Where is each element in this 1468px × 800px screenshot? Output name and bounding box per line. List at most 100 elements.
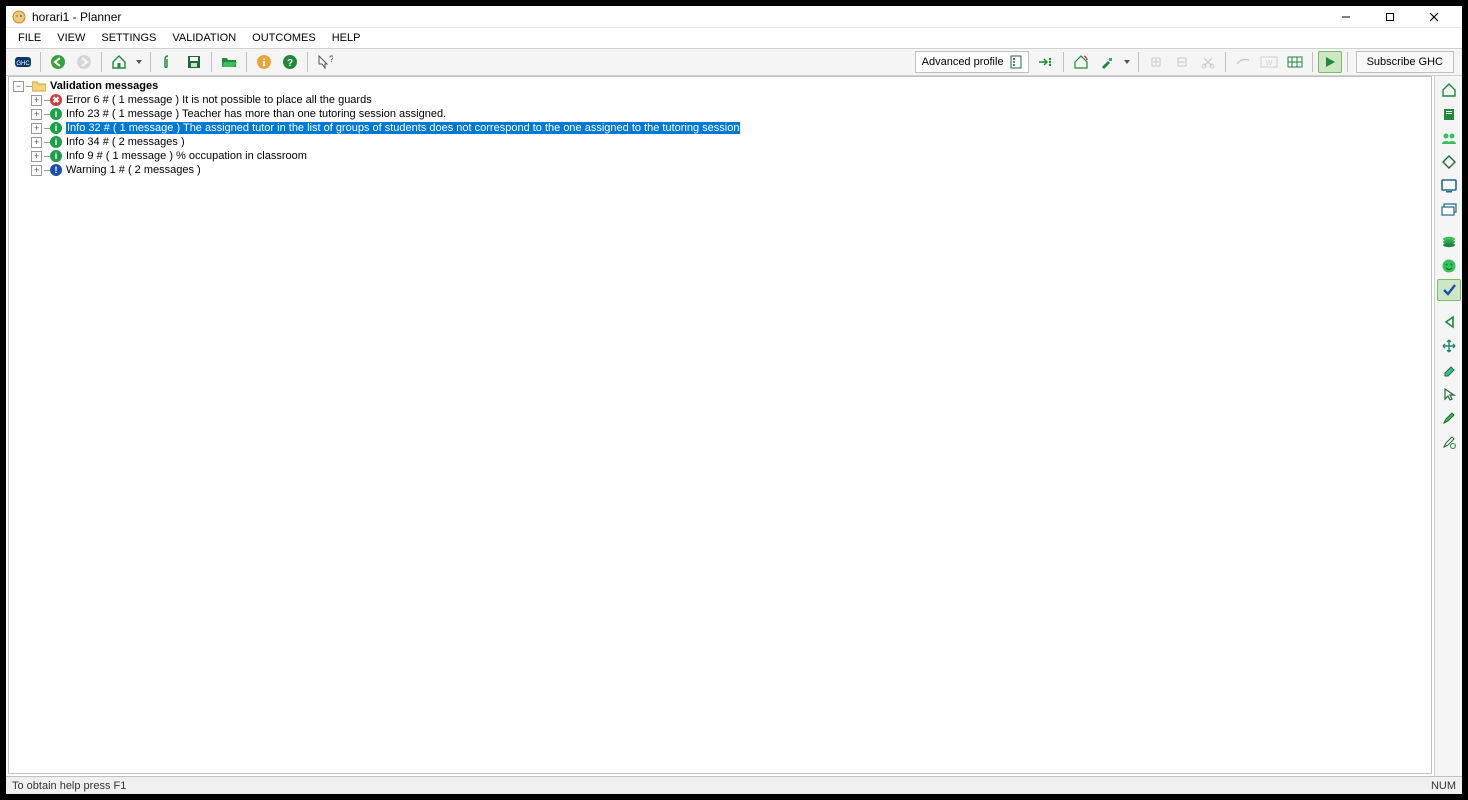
profile-icon xyxy=(1010,55,1022,69)
grid-toggle-button[interactable] xyxy=(1283,51,1307,73)
tree-item-label: Warning 1 # ( 2 messages ) xyxy=(66,164,201,176)
tree-item-label: Info 32 # ( 1 message ) The assigned tut… xyxy=(66,122,740,134)
folder-icon xyxy=(32,80,46,92)
paint-dropdown[interactable] xyxy=(1121,51,1133,73)
info-button[interactable]: i xyxy=(252,51,276,73)
right-toolbar xyxy=(1434,76,1462,776)
open-button[interactable] xyxy=(217,51,241,73)
tree-item-label: Info 23 # ( 1 message ) Teacher has more… xyxy=(66,108,446,120)
menu-outcomes[interactable]: OUTCOMES xyxy=(244,30,324,46)
status-num: NUM xyxy=(1431,780,1456,792)
separator xyxy=(307,52,308,72)
tree-item-label: Error 6 # ( 1 message ) It is not possib… xyxy=(66,94,372,106)
menubar: FILE VIEW SETTINGS VALIDATION OUTCOMES H… xyxy=(6,28,1462,48)
profile-dropdown[interactable]: Advanced profile xyxy=(915,51,1029,73)
tree-item[interactable]: +iInfo 34 # ( 2 messages ) xyxy=(9,135,1431,149)
home-tool[interactable] xyxy=(1437,79,1461,101)
smiley-tool[interactable] xyxy=(1437,255,1461,277)
window-title: horari1 - Planner xyxy=(32,10,121,24)
error-icon: ✖ xyxy=(50,94,62,106)
separator xyxy=(1312,52,1313,72)
tree-item[interactable]: + i Info 9 # ( 1 message ) % occupation in… xyxy=(9,149,1431,163)
titlebar: horari1 - Planner xyxy=(6,6,1462,28)
menu-view[interactable]: VIEW xyxy=(49,30,93,46)
tag-tool[interactable] xyxy=(1437,151,1461,173)
separator xyxy=(1138,52,1139,72)
clear-button[interactable] xyxy=(1231,51,1255,73)
ghc-button[interactable]: GHC xyxy=(11,51,35,73)
menu-help[interactable]: HELP xyxy=(324,30,369,46)
whats-this-button[interactable]: ? xyxy=(313,51,337,73)
check-tool[interactable] xyxy=(1437,279,1461,301)
minimize-button[interactable] xyxy=(1324,6,1368,28)
statusbar: To obtain help press F1 NUM xyxy=(6,776,1462,794)
tree-root-label: Validation messages xyxy=(50,80,158,92)
toolbar: GHC i ? ? Advanced profile xyxy=(6,48,1462,76)
tree-item[interactable]: +! Warning 1 # ( 2 messages ) xyxy=(9,163,1431,177)
collapse-icon[interactable]: − xyxy=(13,81,24,92)
expand-icon[interactable]: + xyxy=(31,151,42,162)
attach-button[interactable] xyxy=(156,51,180,73)
app-icon xyxy=(12,10,26,24)
help-button[interactable]: ? xyxy=(278,51,302,73)
home-dropdown[interactable] xyxy=(133,51,145,73)
paint-button[interactable] xyxy=(1095,51,1119,73)
expand-icon[interactable]: + xyxy=(31,109,42,120)
svg-text:?: ? xyxy=(329,54,333,64)
zoom-out-button[interactable] xyxy=(1170,51,1194,73)
info-icon: i xyxy=(50,150,62,162)
zoom-in-button[interactable] xyxy=(1144,51,1168,73)
svg-text:?: ? xyxy=(287,58,293,69)
home-button[interactable] xyxy=(107,51,131,73)
expand-icon[interactable]: + xyxy=(31,165,42,176)
subscribe-button[interactable]: Subscribe GHC xyxy=(1356,51,1454,73)
svg-text:i: i xyxy=(262,57,265,69)
pen-tool[interactable] xyxy=(1437,407,1461,429)
cut-button[interactable] xyxy=(1196,51,1220,73)
info-icon: i xyxy=(50,108,62,120)
expand-icon[interactable]: + xyxy=(31,95,42,106)
tree-item[interactable]: + ✖ Error 6 # ( 1 message ) It is not poss… xyxy=(9,93,1431,107)
home-reset-button[interactable] xyxy=(1069,51,1093,73)
forward-button[interactable] xyxy=(72,51,96,73)
pointer-tool[interactable] xyxy=(1437,383,1461,405)
menu-settings[interactable]: SETTINGS xyxy=(93,30,164,46)
expand-icon[interactable]: + xyxy=(31,123,42,134)
week-button[interactable]: W xyxy=(1257,51,1281,73)
screens-tool[interactable] xyxy=(1437,199,1461,221)
book-tool[interactable] xyxy=(1437,103,1461,125)
separator xyxy=(1225,52,1226,72)
back-button[interactable] xyxy=(46,51,70,73)
menu-file[interactable]: FILE xyxy=(10,30,49,46)
content-area: − Validation messages + ✖ Error 6 # ( 1 me… xyxy=(6,76,1462,776)
tree-root[interactable]: − Validation messages xyxy=(9,79,1431,93)
separator xyxy=(150,52,151,72)
prev-tool[interactable] xyxy=(1437,311,1461,333)
play-button[interactable] xyxy=(1318,51,1342,73)
tree-item[interactable]: + i Info 32 # ( 1 message ) The assigned t… xyxy=(9,121,1431,135)
menu-validation[interactable]: VALIDATION xyxy=(164,30,244,46)
move-tool[interactable] xyxy=(1437,335,1461,357)
people-tool[interactable] xyxy=(1437,127,1461,149)
separator xyxy=(211,52,212,72)
validation-tree[interactable]: − Validation messages + ✖ Error 6 # ( 1 me… xyxy=(8,76,1432,774)
svg-text:GHC: GHC xyxy=(16,61,30,67)
stack-tool[interactable] xyxy=(1437,231,1461,253)
expand-icon[interactable]: + xyxy=(31,137,42,148)
profile-label: Advanced profile xyxy=(922,56,1004,68)
tree-item-label: Info 9 # ( 1 message ) % occupation in c… xyxy=(66,150,307,162)
info-icon: i xyxy=(50,122,62,134)
close-button[interactable] xyxy=(1412,6,1456,28)
eraser-tool[interactable] xyxy=(1437,359,1461,381)
arrow-step-button[interactable] xyxy=(1034,51,1058,73)
tree-item[interactable]: + i Info 23 # ( 1 message ) Teacher has mo… xyxy=(9,107,1431,121)
maximize-button[interactable] xyxy=(1368,6,1412,28)
warn-icon: ! xyxy=(50,164,62,176)
status-help: To obtain help press F1 xyxy=(12,780,126,792)
screen-tool[interactable] xyxy=(1437,175,1461,197)
tree-item-label: Info 34 # ( 2 messages ) xyxy=(66,136,185,148)
separator xyxy=(1347,52,1348,72)
separator xyxy=(246,52,247,72)
pen-edit-tool[interactable] xyxy=(1437,431,1461,453)
save-button[interactable] xyxy=(182,51,206,73)
